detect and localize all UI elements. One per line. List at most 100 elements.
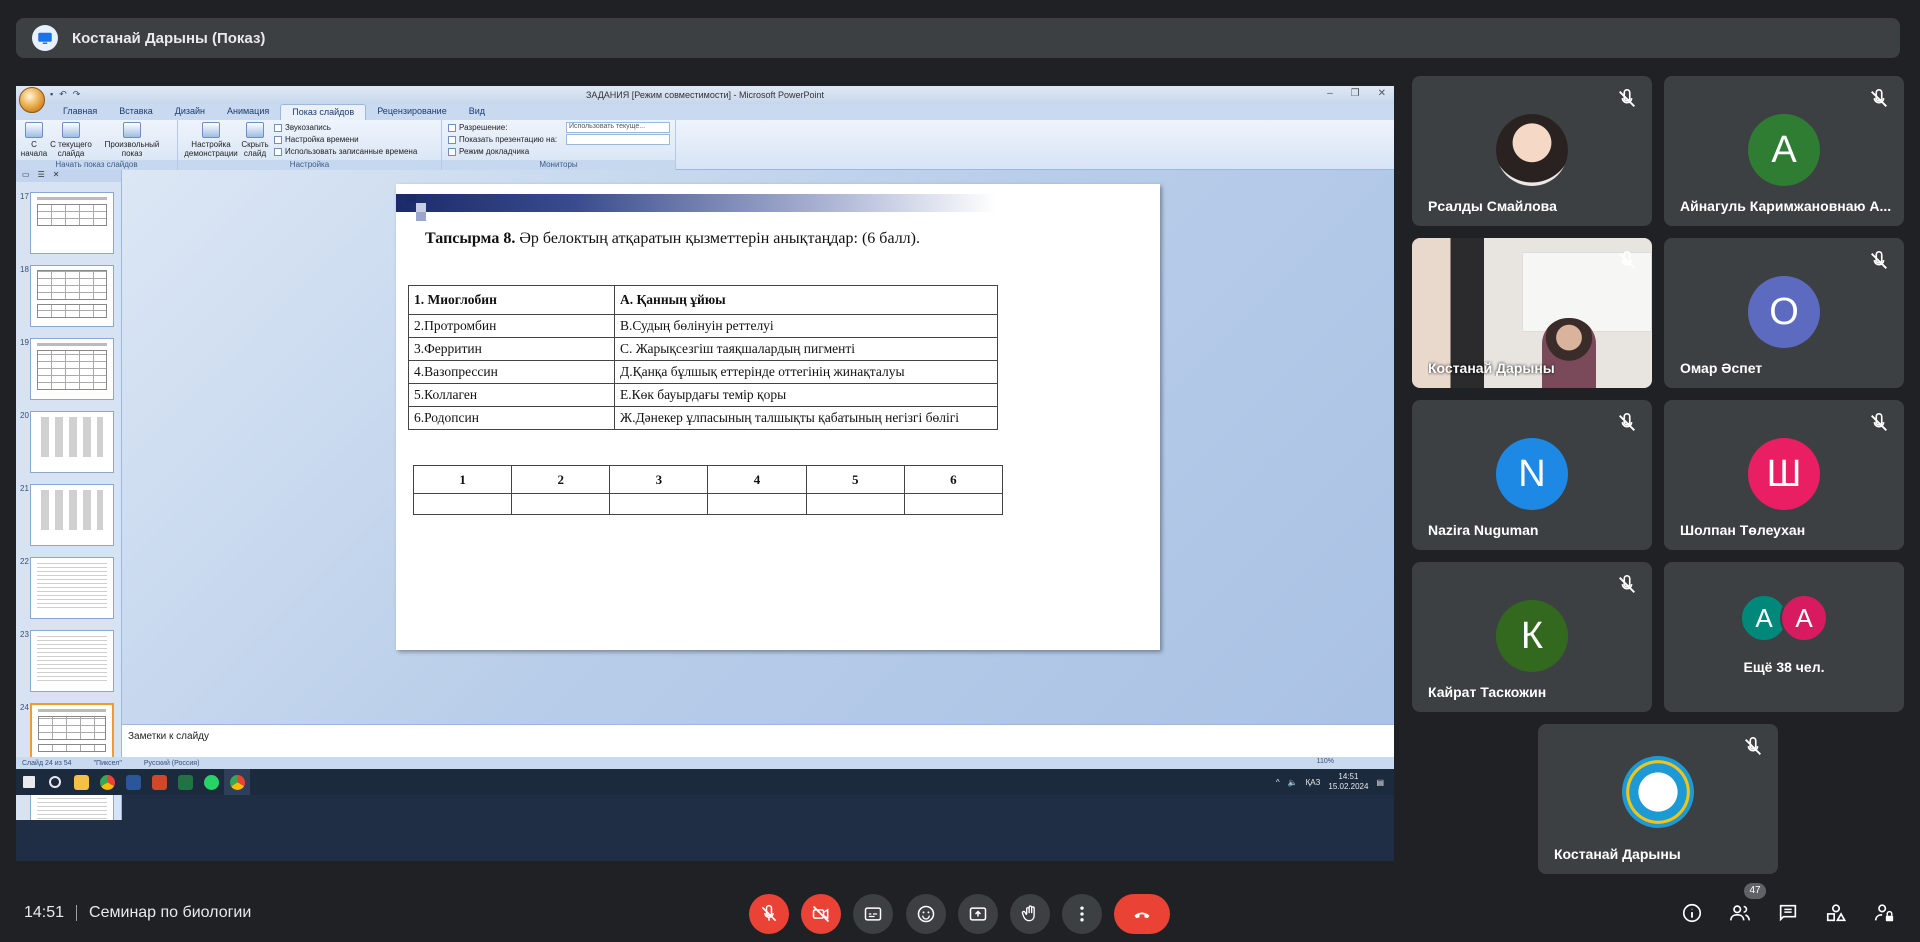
table-cell: 5 (805, 465, 905, 494)
table-cell: В.Судың бөлінуін реттелуі (614, 314, 998, 338)
table-cell: 4 (707, 465, 807, 494)
word-icon[interactable] (120, 769, 146, 795)
chat-button[interactable] (1773, 898, 1803, 928)
powerpoint-icon[interactable] (146, 769, 172, 795)
group-label: Мониторы (442, 160, 675, 170)
office-button[interactable] (19, 87, 45, 113)
taskbar-clock[interactable]: 14:51 15.02.2024 (1328, 772, 1368, 792)
captions-button[interactable] (853, 894, 893, 934)
whatsapp-icon[interactable] (198, 769, 224, 795)
presenter-view-checkbox[interactable]: Режим докладчика (448, 147, 529, 156)
keyboard-language[interactable]: ҚАЗ (1306, 778, 1321, 787)
participant-tile[interactable]: О Омар Әспет (1664, 238, 1904, 388)
record-sound-button[interactable]: Звукозапись (274, 123, 331, 132)
table-row: 1. Миоглобин А. Қанның ұйюы (408, 285, 998, 315)
avatar: А (1780, 594, 1828, 642)
meeting-title: Семинар по биологии (89, 904, 252, 921)
emoji-reaction-button[interactable] (906, 894, 946, 934)
people-icon (1730, 905, 1750, 921)
close-panel-icon[interactable]: ✕ (53, 170, 60, 182)
participant-tile-video[interactable]: Костанай Дарыны (1412, 238, 1652, 388)
redo-icon[interactable]: ↷ (73, 89, 81, 100)
emoji-icon (917, 905, 935, 923)
thumbnail-slide[interactable]: 17 (20, 192, 116, 254)
tab-slideshow[interactable]: Показ слайдов (280, 104, 367, 120)
divider (76, 905, 78, 921)
rehearse-timings-button[interactable]: Настройка времени (274, 135, 359, 144)
tab-animation[interactable]: Анимация (216, 104, 280, 120)
undo-icon[interactable]: ↶ (59, 89, 67, 100)
save-icon[interactable]: ▪ (50, 89, 53, 100)
mic-muted-icon (1745, 737, 1761, 755)
thumbnail-slide[interactable]: 22 (20, 557, 116, 619)
from-current-button[interactable]: С текущего слайда (50, 122, 92, 158)
thumbnail-slide[interactable]: 20 (20, 411, 116, 473)
hide-slide-button[interactable]: Скрыть слайд (240, 122, 270, 158)
setup-show-button[interactable]: Настройка демонстрации (184, 122, 238, 158)
minimize-icon[interactable]: – (1327, 88, 1333, 99)
notifications-icon[interactable]: ▤ (1376, 778, 1384, 787)
present-screen-button[interactable] (958, 894, 998, 934)
thumbnail-slide-current[interactable]: 24 (20, 703, 116, 765)
windows-start-icon[interactable] (16, 769, 42, 795)
organization-logo-icon (1622, 756, 1694, 828)
mic-toggle-button[interactable] (749, 894, 789, 934)
excel-icon[interactable] (172, 769, 198, 795)
table-cell (511, 493, 611, 515)
tab-insert[interactable]: Вставка (108, 104, 163, 120)
chrome-icon[interactable] (224, 769, 250, 795)
thumbnail-slide[interactable]: 23 (20, 630, 116, 692)
slides-tab-icon[interactable]: ▭ (22, 170, 30, 182)
more-options-button[interactable] (1062, 894, 1102, 934)
notes-pane[interactable]: Заметки к слайду (122, 724, 1394, 757)
restore-icon[interactable]: ❐ (1351, 88, 1360, 99)
ppt-titlebar: ▪ ↶ ↷ ЗАДАНИЯ [Режим совместимости] - Mi… (16, 86, 1394, 113)
mic-muted-icon (1619, 575, 1635, 593)
avatar: Ш (1748, 438, 1820, 510)
participant-tile[interactable]: Рсалды Смайлова (1412, 76, 1652, 226)
answer-table: 1 2 3 4 5 6 (412, 465, 1004, 515)
custom-show-button[interactable]: Произвольный показ (102, 122, 162, 158)
tab-review[interactable]: Рецензирование (366, 104, 458, 120)
tab-view[interactable]: Вид (458, 104, 496, 120)
window-controls: – ❐ ✕ (1327, 88, 1386, 99)
chrome-icon[interactable] (94, 769, 120, 795)
close-icon[interactable]: ✕ (1378, 88, 1386, 99)
monitor-dropdown[interactable] (566, 134, 670, 145)
tab-design[interactable]: Дизайн (164, 104, 216, 120)
participant-tile[interactable]: К Кайрат Таскожин (1412, 562, 1652, 712)
current-slide[interactable]: Тапсырма 8. Әр белоктың атқаратын қызмет… (396, 184, 1160, 650)
thumbnail-slide[interactable]: 21 (20, 484, 116, 546)
tab-home[interactable]: Главная (52, 104, 108, 120)
table-row: 4.Вазопрессин Д.Қанқа бұлшық еттерінде от… (408, 360, 998, 384)
participant-tile[interactable]: Костанай Дарыны (1538, 724, 1778, 874)
slide-counter: Слайд 24 из 54 (22, 759, 72, 767)
participant-tile[interactable]: Ш Шолпан Төлеухан (1664, 400, 1904, 550)
table-cell (609, 493, 709, 515)
leave-call-button[interactable] (1114, 894, 1170, 934)
host-controls-button[interactable] (1869, 898, 1899, 928)
from-start-button[interactable]: С начала (20, 122, 48, 158)
people-button[interactable] (1725, 898, 1755, 928)
use-timings-checkbox[interactable]: Использовать записанные времена (274, 147, 417, 156)
camera-toggle-button[interactable] (801, 894, 841, 934)
search-icon[interactable] (42, 769, 68, 795)
resolution-dropdown[interactable]: Использовать текуще... (566, 122, 670, 133)
activities-button[interactable] (1821, 898, 1851, 928)
participant-tile[interactable]: N Nazira Nuguman (1412, 400, 1652, 550)
taskbar-time: 14:51 (1338, 772, 1359, 781)
zoom-level[interactable]: 110% (1317, 758, 1334, 765)
more-participants-tile[interactable]: А А Ещё 38 чел. (1664, 562, 1904, 712)
file-explorer-icon[interactable] (68, 769, 94, 795)
chevron-up-icon[interactable]: ^ (1276, 778, 1280, 787)
volume-icon[interactable]: 🔈 (1288, 778, 1298, 787)
mic-muted-icon (1871, 89, 1887, 107)
participant-tile[interactable]: А Айнагуль Каримжановнаю А... (1664, 76, 1904, 226)
thumbnail-slide[interactable]: 19 (20, 338, 116, 400)
group-label: Начать показ слайдов (16, 160, 177, 170)
thumbnail-slide[interactable]: 18 (20, 265, 116, 327)
raise-hand-button[interactable] (1010, 894, 1050, 934)
outline-tab-icon[interactable]: ☰ (38, 170, 45, 182)
more-avatars: А А (1740, 594, 1828, 642)
meeting-details-button[interactable] (1677, 898, 1707, 928)
